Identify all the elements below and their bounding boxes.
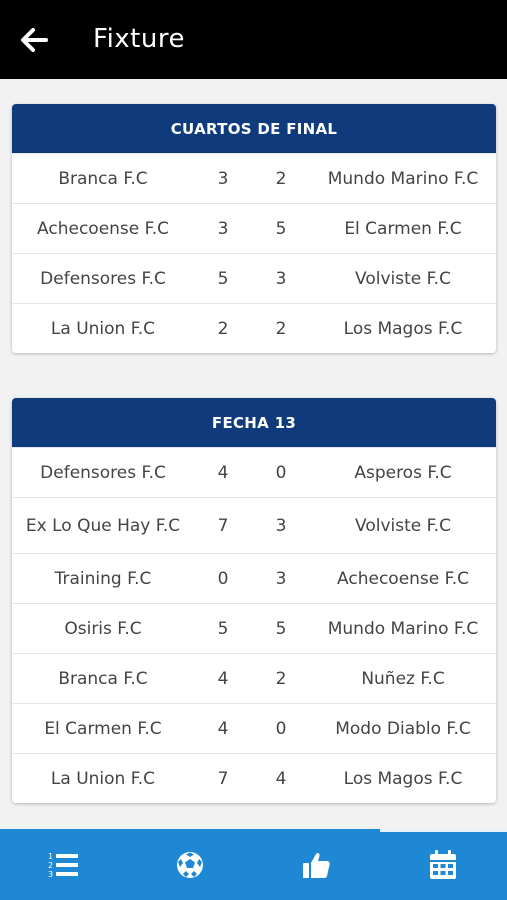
nav-tab-favorites[interactable]	[253, 829, 379, 900]
match-row[interactable]: El Carmen F.C 4 0 Modo Diablo F.C	[12, 703, 496, 753]
home-score: 7	[217, 768, 229, 789]
away-team: Volviste F.C	[355, 515, 451, 536]
svg-text:1: 1	[48, 852, 53, 861]
home-team: Branca F.C	[58, 168, 148, 189]
match-row[interactable]: Achecoense F.C 3 5 El Carmen F.C	[12, 203, 496, 253]
away-score: 5	[275, 618, 287, 639]
home-team: El Carmen F.C	[44, 718, 162, 739]
match-row[interactable]: Ex Lo Que Hay F.C 7 3 Volviste F.C	[12, 497, 496, 553]
fixture-list[interactable]: CUARTOS DE FINAL Branca F.C 3 2 Mundo Ma…	[0, 79, 507, 829]
home-score: 2	[217, 318, 229, 339]
home-score: 3	[217, 218, 229, 239]
match-row[interactable]: Branca F.C 4 2 Nuñez F.C	[12, 653, 496, 703]
home-team: Ex Lo Que Hay F.C	[25, 515, 181, 536]
home-team: Defensores F.C	[40, 268, 166, 289]
home-team: Training F.C	[54, 568, 152, 589]
away-score: 4	[275, 768, 287, 789]
away-score: 5	[275, 218, 287, 239]
away-team: Achecoense F.C	[337, 568, 469, 589]
away-score: 2	[275, 168, 287, 189]
away-team: El Carmen F.C	[344, 218, 462, 239]
nav-tab-matches[interactable]	[127, 829, 253, 900]
home-score: 4	[217, 668, 229, 689]
calendar-icon	[430, 849, 456, 879]
nav-tab-standings[interactable]: 1 2 3	[0, 829, 126, 900]
home-team: Osiris F.C	[64, 618, 142, 639]
section-header: FECHA 13	[12, 398, 496, 447]
thumbs-up-icon	[303, 852, 330, 878]
home-team: Defensores F.C	[40, 462, 166, 483]
section-card-fecha-13: FECHA 13 Defensores F.C 4 0 Asperos F.C …	[12, 398, 496, 803]
home-score: 5	[217, 618, 229, 639]
away-team: Asperos F.C	[354, 462, 452, 483]
home-score: 5	[217, 268, 229, 289]
home-score: 0	[217, 568, 229, 589]
away-score: 3	[275, 268, 287, 289]
section-card-cuartos: CUARTOS DE FINAL Branca F.C 3 2 Mundo Ma…	[12, 104, 496, 353]
section-header: CUARTOS DE FINAL	[12, 104, 496, 153]
home-score: 4	[217, 718, 229, 739]
back-arrow-icon	[21, 28, 48, 52]
page-title: Fixture	[93, 24, 185, 54]
away-team: Volviste F.C	[355, 268, 451, 289]
match-row[interactable]: Branca F.C 3 2 Mundo Marino F.C	[12, 153, 496, 203]
away-score: 0	[275, 462, 287, 483]
away-team: Los Magos F.C	[343, 318, 463, 339]
match-row[interactable]: Training F.C 0 3 Achecoense F.C	[12, 553, 496, 603]
home-team: Branca F.C	[58, 668, 148, 689]
away-team: Mundo Marino F.C	[327, 618, 479, 639]
away-score: 3	[275, 568, 287, 589]
svg-text:3: 3	[48, 870, 53, 879]
home-score: 7	[217, 515, 229, 536]
away-team: Los Magos F.C	[343, 768, 463, 789]
home-score: 4	[217, 462, 229, 483]
home-team: La Union F.C	[50, 768, 156, 789]
away-team: Nuñez F.C	[361, 668, 445, 689]
away-score: 3	[275, 515, 287, 536]
home-team: La Union F.C	[50, 318, 156, 339]
match-row[interactable]: La Union F.C 2 2 Los Magos F.C	[12, 303, 496, 353]
nav-tab-fixture[interactable]	[380, 829, 506, 900]
bottom-navigation: 1 2 3	[0, 829, 507, 900]
away-team: Modo Diablo F.C	[335, 718, 471, 739]
list-numbered-icon: 1 2 3	[48, 852, 78, 879]
home-team: Achecoense F.C	[37, 218, 169, 239]
home-score: 3	[217, 168, 229, 189]
svg-text:2: 2	[48, 861, 53, 870]
match-row[interactable]: Defensores F.C 4 0 Asperos F.C	[12, 447, 496, 497]
away-score: 2	[275, 318, 287, 339]
match-row[interactable]: La Union F.C 7 4 Los Magos F.C	[12, 753, 496, 803]
away-score: 2	[275, 668, 287, 689]
back-button[interactable]	[14, 20, 54, 60]
match-row[interactable]: Defensores F.C 5 3 Volviste F.C	[12, 253, 496, 303]
soccer-ball-icon	[177, 851, 203, 878]
app-bar: Fixture	[0, 0, 507, 79]
away-score: 0	[275, 718, 287, 739]
match-row[interactable]: Osiris F.C 5 5 Mundo Marino F.C	[12, 603, 496, 653]
away-team: Mundo Marino F.C	[327, 168, 479, 189]
